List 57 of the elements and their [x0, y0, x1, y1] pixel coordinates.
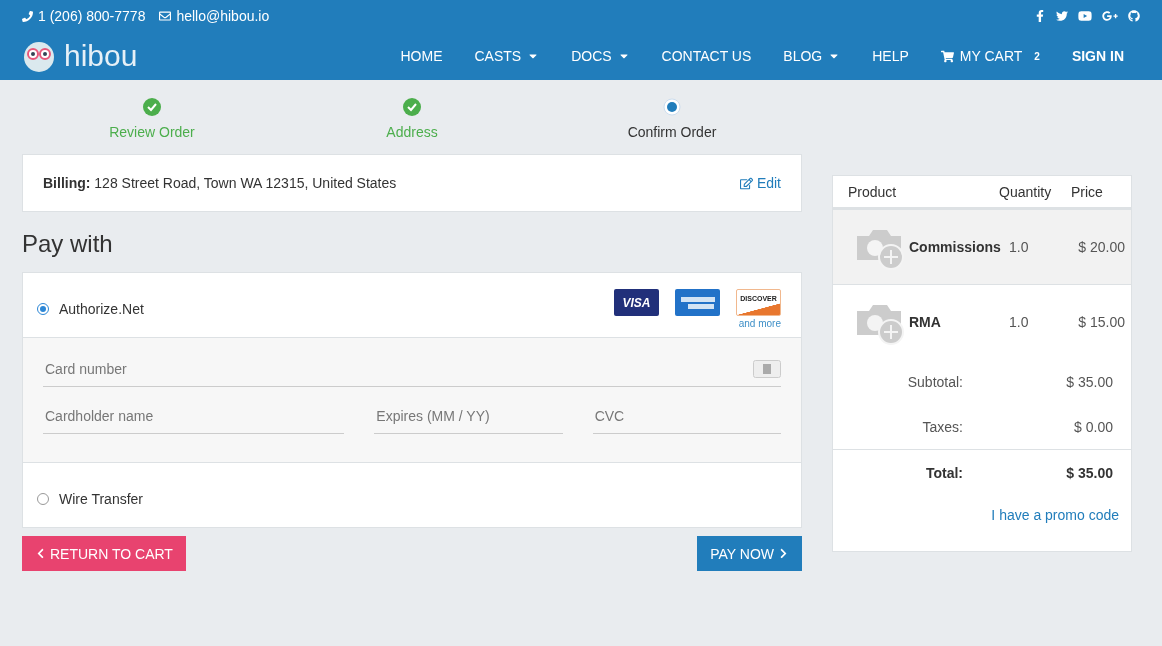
pay-now-button[interactable]: PAY NOW — [697, 536, 802, 571]
step-label: Review Order — [109, 124, 195, 140]
nav-link[interactable]: CASTS — [458, 48, 556, 64]
nav-link[interactable]: BLOG — [767, 48, 857, 64]
price-cell-text: $ 20.00 — [1077, 239, 1126, 255]
input-field[interactable]: Cardholder name — [43, 407, 345, 425]
step-label: Address — [386, 124, 438, 140]
input-field[interactable]: Card number — [43, 360, 753, 378]
input-field[interactable]: CVC — [592, 407, 781, 425]
google-plus-icon[interactable] — [1102, 8, 1118, 24]
product-name: RMA — [909, 314, 942, 330]
edit-icon[interactable] — [739, 176, 753, 190]
summary-value: $ 0.00 — [1073, 418, 1114, 435]
column-header: Quantity — [999, 183, 1053, 200]
summary-label: Taxes: — [921, 418, 964, 435]
nav-link[interactable]: DOCS — [555, 48, 646, 64]
phone-number: 1 (206) 800-7778 — [22, 8, 146, 24]
radio-button[interactable] — [37, 493, 49, 505]
column-header: Price — [1071, 183, 1104, 200]
email-address: hello@hibou.io — [159, 8, 270, 24]
nav-link[interactable]: HELP — [856, 48, 925, 64]
owl-logo-icon — [22, 39, 56, 73]
github-icon[interactable] — [1128, 10, 1140, 22]
total-label: Total: — [924, 464, 964, 481]
envelope-icon — [159, 10, 172, 22]
more-cards-link[interactable]: and more — [738, 318, 781, 329]
price-cell-text: $ 15.00 — [1077, 314, 1126, 330]
method-label[interactable]: Wire Transfer — [59, 491, 143, 507]
promo-code-link[interactable]: I have a promo code — [991, 507, 1119, 523]
total-value: $ 35.00 — [1065, 464, 1114, 481]
phone-icon — [22, 10, 33, 22]
edit-link[interactable]: Edit — [739, 175, 781, 191]
radio-button[interactable] — [37, 303, 49, 315]
brand-name[interactable]: hibou — [64, 39, 138, 73]
method-label[interactable]: Authorize.Net — [59, 301, 144, 317]
sign-in-link[interactable]: SIGN IN — [1055, 48, 1140, 64]
product-name: Commissions — [909, 239, 1002, 255]
facebook-icon[interactable] — [1034, 10, 1046, 22]
return-to-cart-button[interactable]: RETURN TO CART — [22, 536, 186, 571]
quantity-cell-text: 1.0 — [1009, 314, 1030, 330]
input-field[interactable]: Expires (MM / YY) — [374, 407, 563, 425]
section-title: Pay with — [22, 230, 114, 258]
quantity-cell-text: 1.0 — [1009, 239, 1030, 255]
youtube-icon[interactable] — [1078, 9, 1092, 23]
cart-icon[interactable] — [940, 49, 954, 63]
step-label: Confirm Order — [627, 124, 717, 140]
twitter-icon[interactable] — [1056, 10, 1068, 22]
column-header: Product — [848, 183, 898, 200]
summary-value: $ 35.00 — [1065, 373, 1114, 390]
amex-logo-icon — [675, 289, 720, 316]
card-logo: VISA — [614, 289, 659, 316]
summary-label: Subtotal: — [906, 373, 964, 390]
chevron-right-icon[interactable] — [778, 548, 789, 559]
billing-address: Billing: 128 Street Road, Town WA 12315, United States — [43, 175, 397, 191]
nav-link[interactable]: CONTACT US — [645, 48, 768, 64]
chevron-left-icon[interactable] — [35, 548, 46, 559]
nav-link[interactable]: HOME — [384, 48, 459, 64]
